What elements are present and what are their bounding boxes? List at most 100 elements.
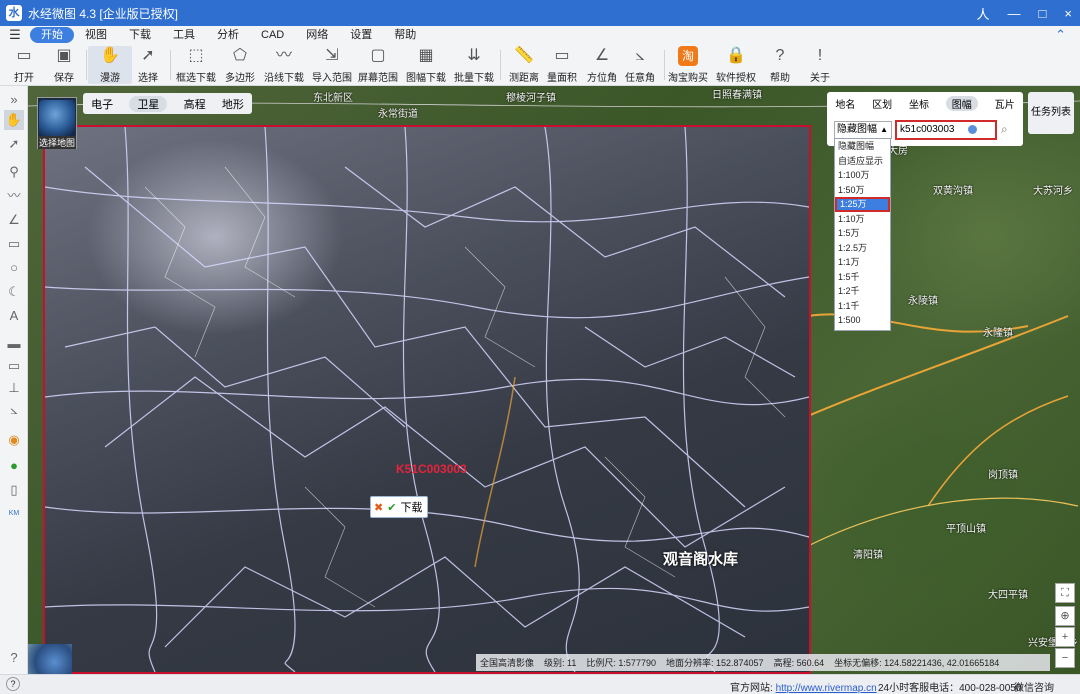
scale-option[interactable]: 1:2千 [835,284,890,299]
measure-area-button[interactable]: ▭ 量面积 [540,46,584,84]
menu-start[interactable]: 开始 [30,27,74,43]
screen-range-button[interactable]: ▢ 屏幕范围 [356,46,400,84]
place-label: 永常街道 [378,109,418,120]
scale-option[interactable]: 1:10万 [835,212,890,227]
open-button[interactable]: ▭ 打开 [2,46,46,84]
tile-frame[interactable] [43,125,811,674]
crescent-icon[interactable]: ☾ [4,282,24,302]
scale-option[interactable]: 1:50万 [835,183,890,198]
tab-division[interactable]: 区划 [872,96,892,111]
expand-icon[interactable]: » [4,90,24,110]
ruler-icon: 📏 [514,47,534,64]
scale-option[interactable]: 1:5千 [835,270,890,285]
polygon-button[interactable]: ⬠ 多边形 [218,46,262,84]
tab-coordinate[interactable]: 坐标 [909,96,929,111]
menu-network[interactable]: 网络 [295,27,339,43]
map-type-terrain[interactable]: 地形 [222,96,244,112]
kml-icon[interactable]: KM [4,504,24,524]
rectangle-icon[interactable]: ▭ [4,234,24,254]
hamburger-menu-icon[interactable]: ☰ [0,27,30,43]
scale-option[interactable]: 1:2.5万 [835,241,890,256]
azimuth-icon[interactable]: ⊥ [4,378,24,398]
search-icon[interactable]: ⌕ [1001,122,1008,137]
question-icon: ? [775,47,785,64]
save-button[interactable]: ▣ 保存 [42,46,86,84]
batch-download-button[interactable]: ⇊ 批量下载 [452,46,496,84]
menu-help[interactable]: 帮助 [383,27,427,43]
scale-option[interactable]: 1:100万 [835,168,890,183]
menu-cad[interactable]: CAD [250,27,295,43]
menu-tools[interactable]: 工具 [162,27,206,43]
menu-settings[interactable]: 设置 [339,27,383,43]
rect-download-button[interactable]: ⬚ 框选下载 [174,46,218,84]
any-angle-button[interactable]: ⦣ 任意角 [618,46,662,84]
map-type-satellite[interactable]: 卫星 [129,95,168,112]
zoom-out-button[interactable]: − [1055,648,1075,668]
place-label: 永陵镇 [908,296,938,307]
scale-option[interactable]: 自适应显示 [835,154,890,169]
check-icon[interactable]: ✔ [387,501,396,514]
tab-tile[interactable]: 瓦片 [995,96,1015,111]
scale-select[interactable]: 隐藏图幅 ▲ [834,121,892,139]
place-label: 永隆镇 [983,328,1013,339]
help-icon[interactable]: ? [6,677,20,691]
batch-icon: ⇊ [467,47,481,64]
tab-place-name[interactable]: 地名 [835,96,855,111]
protractor-icon[interactable]: ⦣ [4,400,24,420]
circle-icon[interactable]: ○ [4,258,24,278]
area-icon[interactable]: ▭ [4,356,24,376]
phone-icon[interactable]: ▯ [4,480,24,500]
fullscreen-icon[interactable]: ⛶ [1055,583,1075,603]
help-icon[interactable]: ? [4,648,24,668]
locate-icon[interactable]: ⊕ [1055,606,1075,626]
taobao-icon: 淘 [678,46,698,66]
wechat-consult-link[interactable]: 微信咨询 [1014,679,1054,694]
task-list-button[interactable]: 任务列表 [1028,92,1074,134]
layers-icon[interactable]: ◉ [4,430,24,450]
menu-analysis[interactable]: 分析 [206,27,250,43]
scale-option[interactable]: 1:5万 [835,226,890,241]
pushpin-icon[interactable]: ⚲ [4,162,24,182]
scale-option[interactable]: 隐藏图幅 [835,139,890,154]
collapse-ribbon-icon[interactable]: ⌃ [1055,27,1066,43]
import-range-button[interactable]: ⇲ 导入范围 [310,46,354,84]
cursor-icon[interactable]: ➚ [4,134,24,154]
about-button[interactable]: ! 关于 [798,46,842,84]
scale-option-highlighted[interactable]: 1:25万 [835,197,890,212]
maximize-button[interactable]: □ [1039,6,1047,21]
scale-option[interactable]: 1:1千 [835,299,890,314]
overview-map[interactable] [28,644,72,674]
scale-option[interactable]: 1:1万 [835,255,890,270]
polyline-icon[interactable]: 〰 [4,186,24,206]
close-button[interactable]: × [1064,6,1072,21]
line-download-button[interactable]: 〰沿线下载 [262,46,306,84]
shop-button[interactable]: 淘淘宝购买 [666,46,710,84]
close-icon[interactable]: ✖ [374,501,383,514]
help-button[interactable]: ? 帮助 [758,46,802,84]
sheet-download-button[interactable]: ▦ 图幅下载 [404,46,448,84]
map-switcher[interactable]: 选择地图 [37,97,77,149]
angle-icon[interactable]: ∠ [4,210,24,230]
website-link[interactable]: http://www.rivermap.cn [776,683,877,694]
hand-icon[interactable]: ✋ [4,110,24,130]
tab-map-sheet[interactable]: 图幅 [945,95,978,111]
user-icon[interactable]: 人 [977,4,990,23]
wechat-icon[interactable]: ● [4,456,24,476]
menu-view[interactable]: 视图 [74,27,118,43]
text-icon[interactable]: A [4,306,24,326]
minimize-button[interactable]: — [1008,6,1021,21]
download-label[interactable]: 下载 [400,499,422,515]
map-view[interactable]: 选择地图 电子 卫星 高程 地形 东北新区 永常街道 穆棱河子镇 日照春满镇 东… [28,86,1080,674]
angle-icon: ⦣ [635,47,645,64]
ruler-icon[interactable]: ▬ [4,334,24,354]
map-type-tabs: 电子 卫星 高程 地形 [83,93,252,114]
map-type-elevation[interactable]: 高程 [184,96,206,112]
menu-download[interactable]: 下载 [118,27,162,43]
zoom-in-button[interactable]: + [1055,627,1075,647]
map-type-electronic[interactable]: 电子 [91,96,113,112]
tile-code-input[interactable]: k51c003003 [895,120,997,140]
select-button[interactable]: ➚ 选择 [126,46,170,84]
license-button[interactable]: 🔒 软件授权 [714,46,758,84]
scale-option[interactable]: 1:500 [835,313,890,328]
clear-icon[interactable] [968,125,977,134]
